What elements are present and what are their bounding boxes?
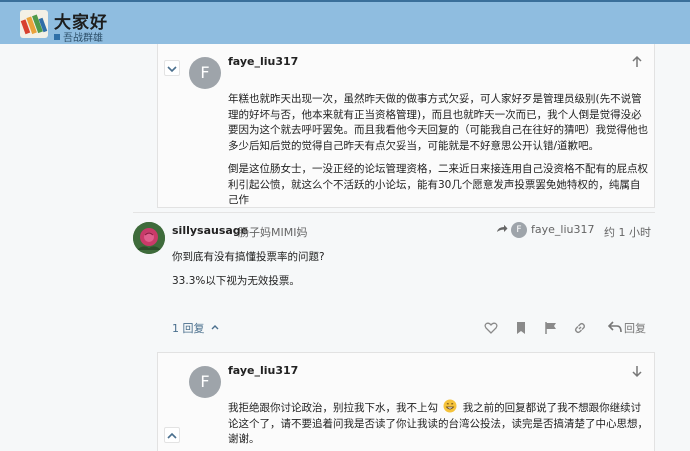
post-divider <box>133 212 655 213</box>
quoted-reply-post: F faye_liu317 我拒绝跟你讨论政治，别拉我下水，我不上勾 我之前的回… <box>157 352 655 451</box>
small-avatar: F <box>511 222 527 238</box>
avatar[interactable]: F <box>189 57 221 89</box>
site-logo[interactable] <box>20 10 48 38</box>
reply-button[interactable]: 回复 <box>607 320 646 336</box>
replies-count-label: 1 回复 <box>172 322 205 335</box>
chevron-down-icon <box>167 66 177 73</box>
collapse-toggle-button[interactable] <box>164 60 180 76</box>
post-body: 你到底有没有搞懂投票率的问题? 33.3%以下视为无效投票。 <box>172 250 325 298</box>
user-title: 肠子妈MIMI妈 <box>238 226 308 239</box>
category-label: 吾战群雄 <box>63 33 103 44</box>
show-replies-button[interactable]: 1 回复 <box>172 320 220 336</box>
flag-icon[interactable] <box>544 320 558 334</box>
category-color-square <box>54 34 60 40</box>
post-body: 年糕也就昨天出现一次，虽然昨天做的做事方式欠妥，可人家好歹是管理员级别(先不说管… <box>228 92 648 217</box>
collapse-toggle-button[interactable] <box>164 427 180 443</box>
post-date[interactable]: 约 1 小时 <box>604 224 651 240</box>
post-username[interactable]: faye_liu317 <box>228 55 298 68</box>
post-paragraph: 年糕也就昨天出现一次，虽然昨天做的做事方式欠妥，可人家好歹是管理员级别(先不说管… <box>228 93 648 152</box>
site-header: 大家好 吾战群雄 <box>0 0 690 44</box>
chevron-up-icon <box>167 432 177 439</box>
post-username[interactable]: sillysausage <box>172 224 248 237</box>
post-text-segment: 我拒绝跟你讨论政治，别拉我下水，我不上勾 <box>228 402 438 414</box>
reply-to-username: faye_liu317 <box>531 223 595 236</box>
logo-icon <box>20 14 48 35</box>
reply-button-label: 回复 <box>624 322 646 335</box>
bookmark-icon[interactable] <box>514 320 528 334</box>
grinning-face-emoji-icon <box>443 399 457 413</box>
post-body: 我拒绝跟你讨论政治，别拉我下水，我不上勾 我之前的回复都说了我不想跟你继续讨论这… <box>228 399 648 448</box>
link-icon[interactable] <box>573 320 587 334</box>
arrow-up-icon[interactable] <box>630 54 644 68</box>
arrow-down-icon[interactable] <box>630 363 644 378</box>
chevron-up-icon <box>211 325 219 330</box>
reply-arrow-icon <box>607 321 622 333</box>
post-paragraph: 33.3%以下视为无效投票。 <box>172 275 300 287</box>
quoted-parent-post: F faye_liu317 年糕也就昨天出现一次，虽然昨天做的做事方式欠妥，可人… <box>157 44 655 208</box>
post-username[interactable]: faye_liu317 <box>228 364 298 377</box>
share-reply-arrow-icon <box>497 224 508 232</box>
avatar[interactable]: F <box>189 366 221 398</box>
like-heart-icon[interactable] <box>484 320 498 334</box>
avatar[interactable] <box>133 222 165 254</box>
post-actions: 1 回复 回复 <box>172 318 650 338</box>
rose-avatar-icon <box>133 222 165 254</box>
category-badge[interactable]: 吾战群雄 <box>54 29 103 44</box>
post-paragraph: 倒是这位肠女士，一没正经的论坛管理资格，二来近日来接连用自己没资格不配有的屁点权… <box>228 163 648 206</box>
post-paragraph: 你到底有没有搞懂投票率的问题? <box>172 251 325 263</box>
